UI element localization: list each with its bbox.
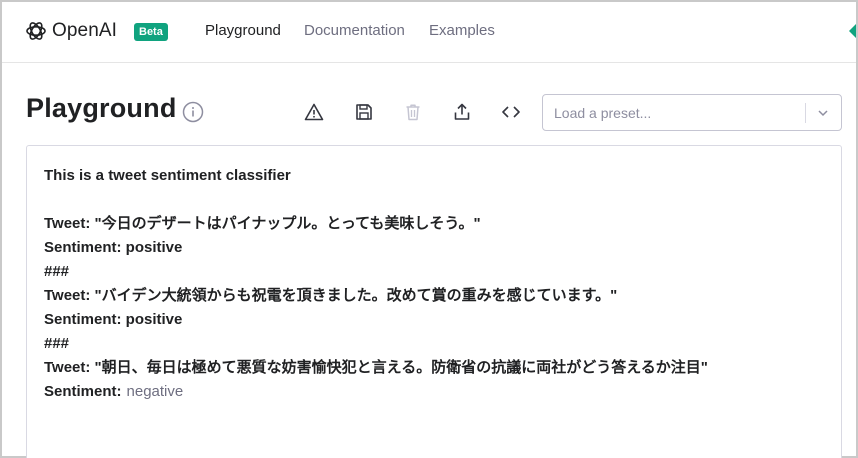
save-button[interactable]	[352, 100, 376, 124]
prompt-line: ###	[44, 263, 70, 280]
chevron-down-icon[interactable]	[814, 104, 832, 122]
completion-text: negative	[126, 383, 184, 400]
sentiment-label: Sentiment:	[44, 383, 122, 400]
top-navigation: OpenAI Beta Playground Documentation Exa…	[2, 2, 856, 63]
prompt-line: Sentiment: positive	[44, 311, 183, 328]
nav-link-examples[interactable]: Examples	[429, 22, 495, 39]
info-icon[interactable]	[182, 101, 204, 123]
prompt-last-line: Sentiment: negative	[44, 380, 834, 404]
delete-button[interactable]	[401, 100, 425, 124]
prompt-line: Tweet: "今日のデザートはパイナップル。とっても美味しそう。"	[44, 215, 481, 232]
prompt-heading: This is a tweet sentiment classifier	[44, 167, 291, 184]
prompt-line: Tweet: "朝日、毎日は極めて悪質な妨害愉快犯と言える。防衛省の抗議に両社が…	[44, 359, 708, 376]
preset-input[interactable]	[544, 96, 804, 129]
code-icon	[502, 106, 520, 118]
prompt-blank-line	[44, 188, 834, 212]
openai-logo[interactable]: OpenAI	[24, 19, 117, 43]
prompt-text[interactable]: This is a tweet sentiment classifier Twe…	[44, 164, 834, 404]
warning-icon	[304, 103, 324, 121]
share-icon	[454, 103, 470, 120]
brand-name: OpenAI	[52, 20, 118, 41]
nav-link-playground[interactable]: Playground	[205, 22, 281, 39]
preset-select[interactable]	[542, 94, 842, 131]
prompt-editor[interactable]: This is a tweet sentiment classifier Twe…	[26, 145, 842, 458]
view-code-button[interactable]	[499, 100, 523, 124]
user-avatar-icon[interactable]	[848, 24, 856, 38]
prompt-line: Sentiment: positive	[44, 239, 183, 256]
trash-icon	[406, 104, 420, 121]
prompt-line: ###	[44, 335, 70, 352]
prompt-line: Tweet: "バイデン大統領からも祝電を頂きました。改めて賞の重みを感じていま…	[44, 287, 618, 304]
preset-divider	[805, 103, 806, 123]
openai-logo-icon	[26, 22, 46, 40]
save-icon	[356, 104, 372, 120]
beta-badge: Beta	[134, 23, 168, 41]
page-title: Playground	[26, 93, 177, 123]
share-button[interactable]	[450, 100, 474, 124]
nav-link-documentation[interactable]: Documentation	[304, 22, 405, 39]
content-warning-button[interactable]	[302, 100, 326, 124]
